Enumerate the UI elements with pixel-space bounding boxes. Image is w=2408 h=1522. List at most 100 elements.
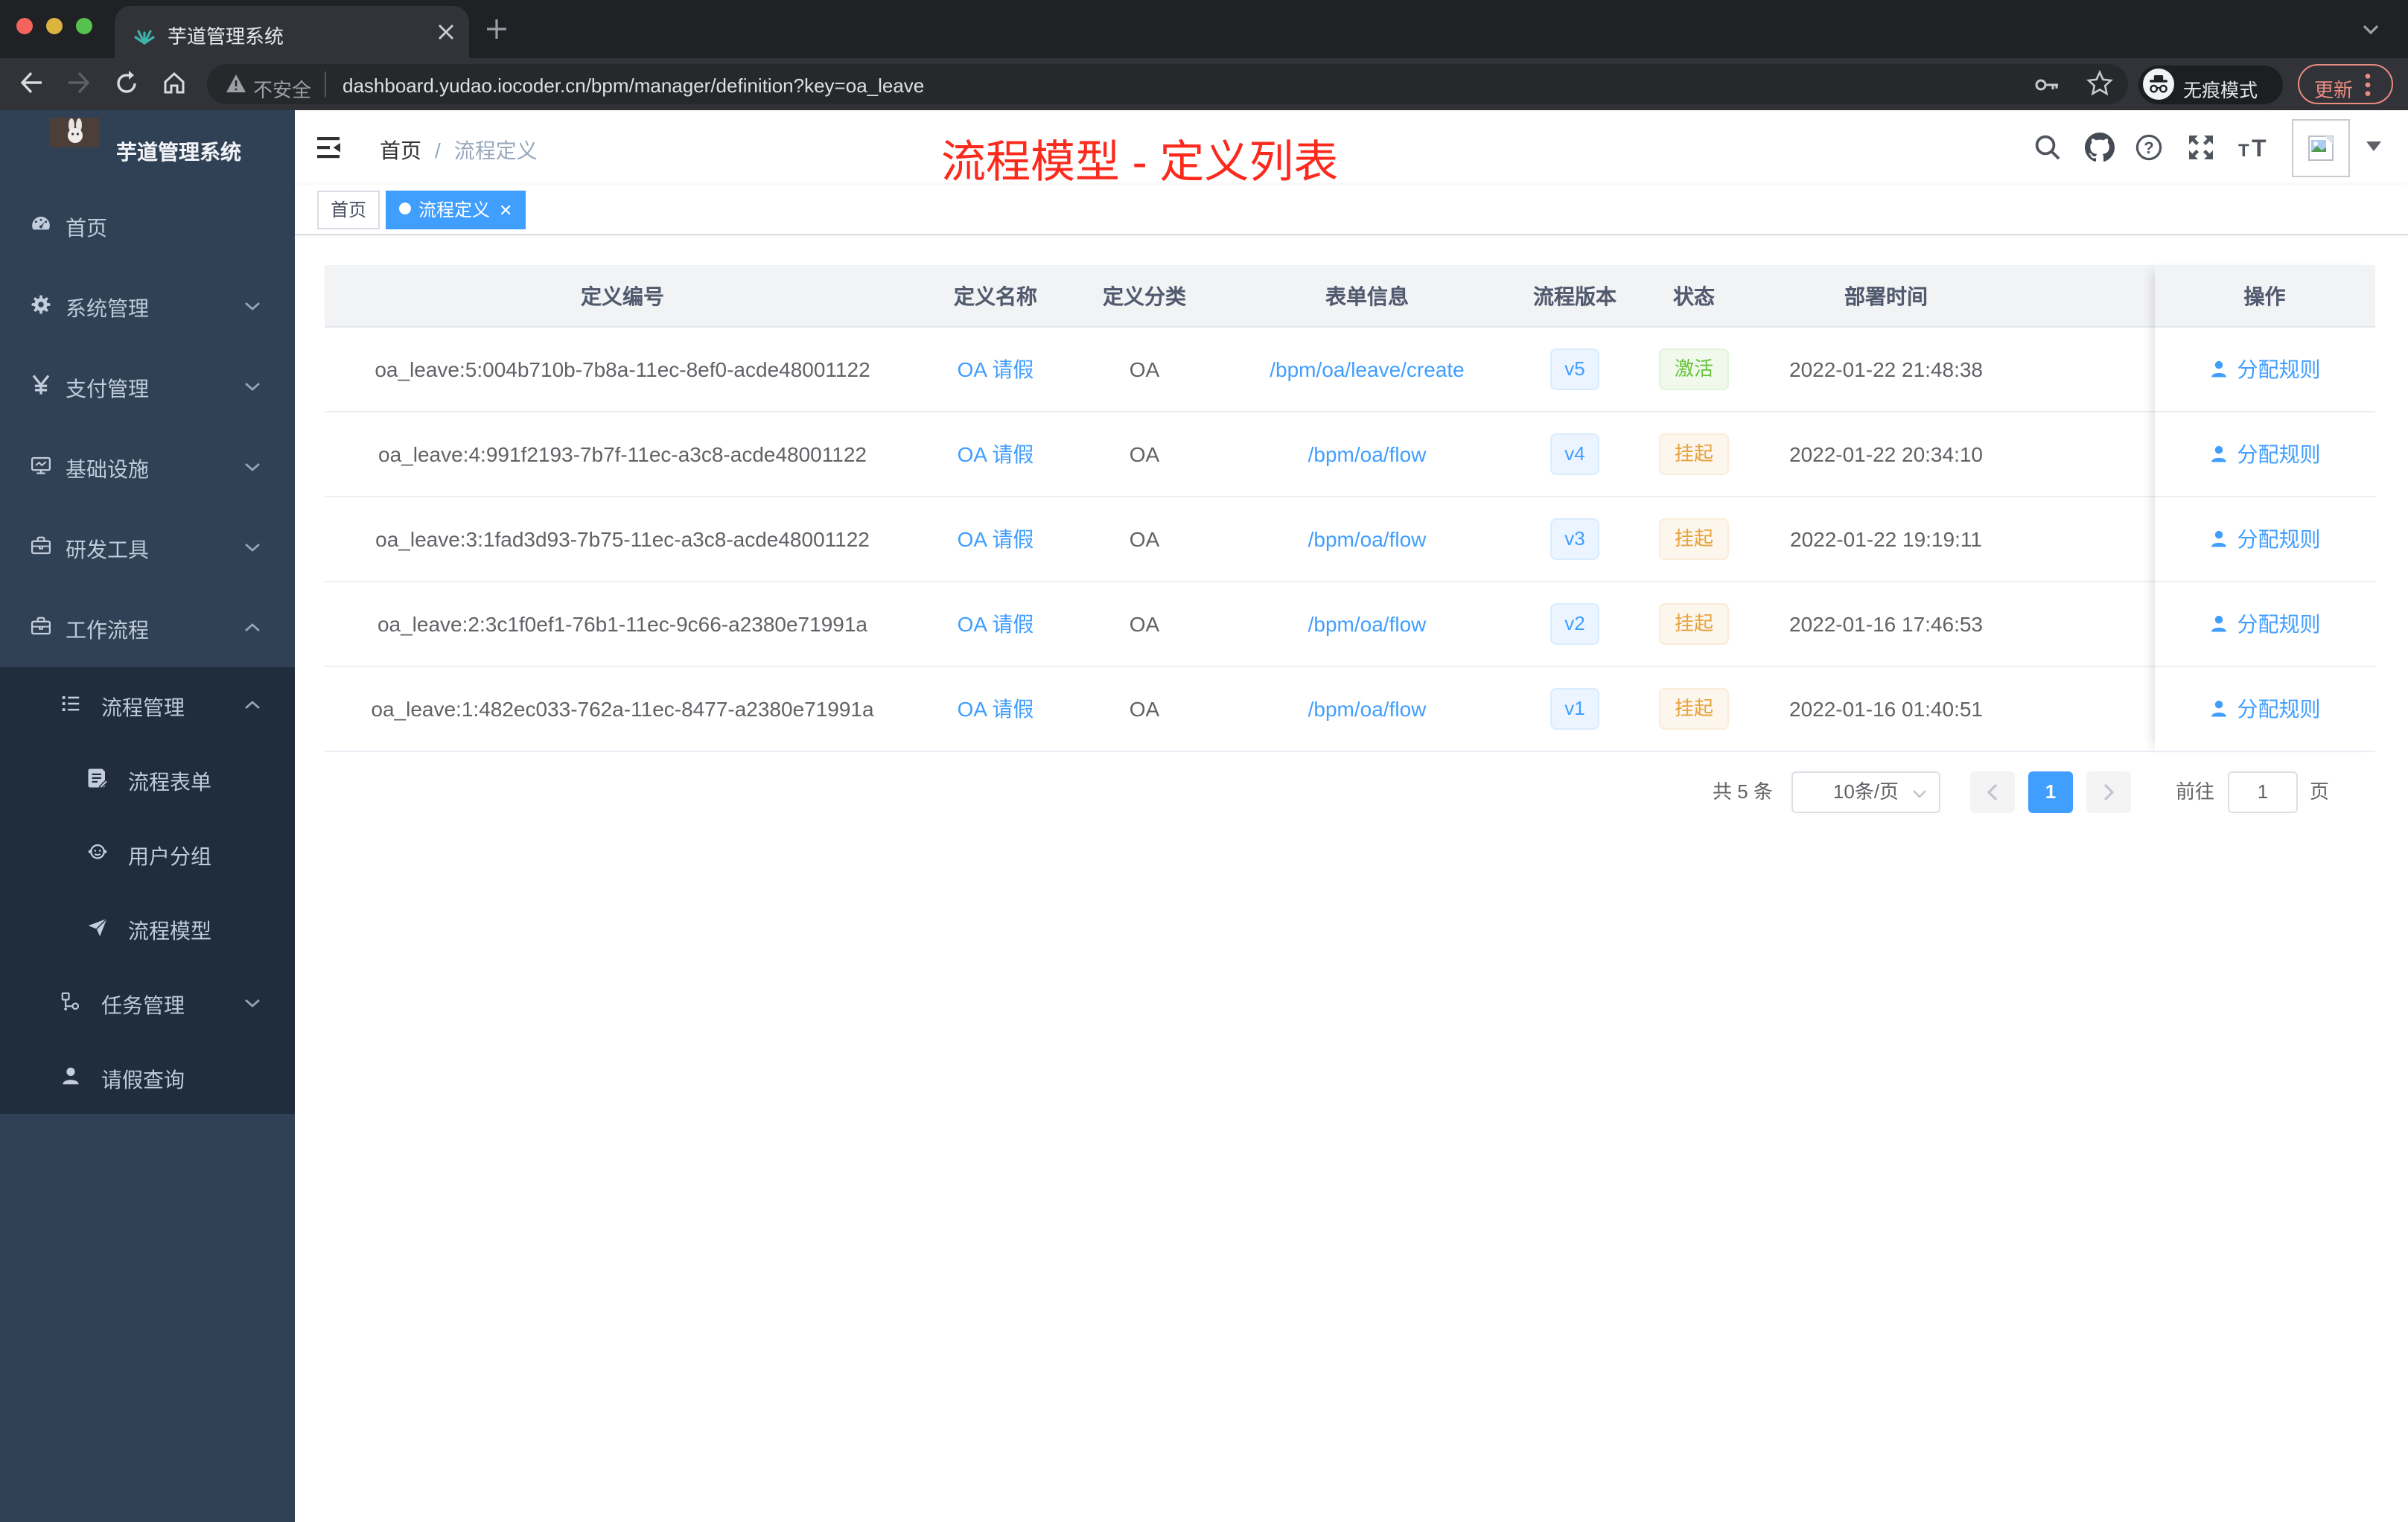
cell-definition-id: oa_leave:4:991f2193-7b7f-11ec-a3c8-acde4…: [378, 442, 867, 466]
assign-rule-link[interactable]: 分配规则: [2209, 694, 2321, 724]
definition-name-link[interactable]: OA 请假: [958, 527, 1034, 551]
prev-page-button[interactable]: [1970, 771, 2015, 813]
address-bar[interactable]: 不安全 dashboard.yudao.iocoder.cn/bpm/manag…: [207, 64, 2128, 104]
breadcrumb-home[interactable]: 首页: [380, 138, 421, 162]
url-text[interactable]: dashboard.yudao.iocoder.cn/bpm/manager/d…: [343, 74, 924, 97]
sidebar-item-pay[interactable]: 支付管理: [0, 346, 295, 426]
chevron-down-icon: [245, 543, 260, 552]
back-icon[interactable]: [18, 70, 45, 97]
chevron-down-icon: [245, 462, 260, 471]
status-badge: 挂起: [1659, 518, 1728, 560]
sidebar-item-user-group[interactable]: 用户分组: [0, 816, 295, 891]
user-icon: [2211, 360, 2227, 378]
macos-zoom-button[interactable]: [75, 18, 92, 34]
sidebar-item-home[interactable]: 首页: [0, 185, 295, 265]
sidebar: 芋道管理系统 首页 系统管理 支付管理 基础设施 研发工具 工作流程 流程管理 …: [0, 110, 295, 1522]
cell-category: OA: [1129, 357, 1160, 381]
hamburger-icon[interactable]: [317, 136, 344, 159]
tree-icon: [61, 992, 80, 1010]
annotation-text: 流程模型 - 定义列表: [941, 138, 1339, 188]
assign-rule-link[interactable]: 分配规则: [2209, 609, 2321, 639]
toolbox-icon: [31, 536, 51, 555]
tab-search-chevron-icon[interactable]: [2362, 24, 2380, 36]
svg-text:T: T: [2238, 141, 2249, 161]
monitor-icon: [31, 456, 51, 474]
cell-category: OA: [1129, 442, 1160, 466]
table-row: oa_leave:3:1fad3d93-7b75-11ec-a3c8-acde4…: [324, 497, 2155, 582]
broken-image-icon: [2308, 135, 2334, 160]
home-icon[interactable]: [161, 70, 188, 97]
avatar-caret-icon[interactable]: [2366, 141, 2381, 152]
form-link[interactable]: /bpm/oa/flow: [1308, 442, 1427, 466]
sidebar-item-leave-query[interactable]: 请假查询: [0, 1039, 295, 1114]
sidebar-item-infra[interactable]: 基础设施: [0, 426, 295, 506]
avatar[interactable]: [2292, 118, 2350, 176]
form-link[interactable]: /bpm/oa/flow: [1308, 697, 1427, 721]
table-row: oa_leave:2:3c1f0ef1-76b1-11ec-9c66-a2380…: [324, 582, 2155, 667]
new-tab-button[interactable]: [485, 18, 508, 40]
tag-active-process-definition[interactable]: 流程定义 ✕: [386, 191, 526, 229]
page-unit-label: 页: [2310, 780, 2330, 803]
password-key-icon[interactable]: [2034, 74, 2060, 95]
form-link[interactable]: /bpm/oa/leave/create: [1270, 357, 1465, 381]
sidebar-item-label: 用户分组: [128, 844, 211, 868]
assign-rule-link[interactable]: 分配规则: [2209, 439, 2321, 469]
chrome-update-button[interactable]: 更新: [2298, 64, 2393, 104]
security-label[interactable]: 不安全: [253, 74, 311, 103]
kebab-menu-icon[interactable]: [2365, 73, 2371, 97]
definition-name-link[interactable]: OA 请假: [958, 357, 1034, 381]
operation-cell: 分配规则: [2154, 328, 2375, 413]
github-icon[interactable]: [2085, 133, 2115, 162]
definition-name-link[interactable]: OA 请假: [958, 697, 1034, 721]
sidebar-item-task-mgmt[interactable]: 任务管理: [0, 965, 295, 1039]
sidebar-item-label: 任务管理: [101, 993, 185, 1017]
chevron-down-icon: [245, 302, 260, 311]
user-icon: [2211, 615, 2227, 632]
sidebar-item-workflow[interactable]: 工作流程: [0, 587, 295, 667]
browser-tab[interactable]: 芋道管理系统: [114, 6, 469, 58]
send-icon: [88, 918, 108, 937]
sidebar-item-devtools[interactable]: 研发工具: [0, 506, 295, 587]
page-number-1[interactable]: 1: [2028, 771, 2073, 813]
tag-close-icon[interactable]: ✕: [499, 193, 512, 229]
definition-name-link[interactable]: OA 请假: [958, 612, 1034, 636]
macos-close-button[interactable]: [16, 18, 32, 34]
forward-icon[interactable]: [66, 70, 92, 97]
sidebar-item-process-mgmt[interactable]: 流程管理: [0, 667, 295, 742]
form-link[interactable]: /bpm/oa/flow: [1308, 527, 1427, 551]
form-link[interactable]: /bpm/oa/flow: [1308, 612, 1427, 636]
next-page-button[interactable]: [2086, 771, 2131, 813]
sidebar-item-system[interactable]: 系统管理: [0, 265, 295, 346]
tag-home[interactable]: 首页: [317, 191, 380, 229]
sidebar-logo[interactable]: 芋道管理系统: [0, 110, 295, 185]
sidebar-item-label: 研发工具: [66, 538, 149, 561]
assign-rule-link[interactable]: 分配规则: [2209, 354, 2321, 384]
column-header-time: 部署时间: [1754, 265, 2019, 326]
sidebar-item-label: 流程模型: [128, 919, 211, 943]
briefcase-icon: [31, 617, 51, 635]
goto-page-input[interactable]: 1: [2228, 771, 2298, 813]
search-icon[interactable]: [2034, 134, 2061, 161]
reload-icon[interactable]: [113, 70, 140, 97]
assign-rule-label: 分配规则: [2237, 442, 2321, 466]
tab-close-icon[interactable]: [437, 24, 453, 40]
column-header-operation: 操作: [2154, 265, 2375, 328]
column-header-id: 定义编号: [324, 265, 921, 326]
bookmark-star-icon[interactable]: [2086, 70, 2113, 97]
page-size-select[interactable]: 10条/页: [1791, 771, 1940, 813]
macos-minimize-button[interactable]: [45, 18, 62, 34]
definition-name-link[interactable]: OA 请假: [958, 442, 1034, 466]
version-badge: v1: [1549, 688, 1600, 730]
cell-deploy-time: 2022-01-22 21:48:38: [1789, 357, 1983, 381]
update-label: 更新: [2314, 78, 2354, 101]
fullscreen-icon[interactable]: [2188, 134, 2214, 161]
browser-toolbar: 不安全 dashboard.yudao.iocoder.cn/bpm/manag…: [0, 58, 2408, 110]
sidebar-item-process-model[interactable]: 流程模型: [0, 891, 295, 965]
tab-title: 芋道管理系统: [168, 25, 284, 48]
assign-rule-link[interactable]: 分配规则: [2209, 524, 2321, 554]
help-icon[interactable]: ?: [2135, 134, 2162, 161]
status-badge: 挂起: [1659, 433, 1728, 475]
font-size-icon[interactable]: T T: [2238, 134, 2271, 161]
sidebar-item-label: 首页: [66, 216, 107, 240]
chevron-down-icon: [245, 382, 260, 391]
